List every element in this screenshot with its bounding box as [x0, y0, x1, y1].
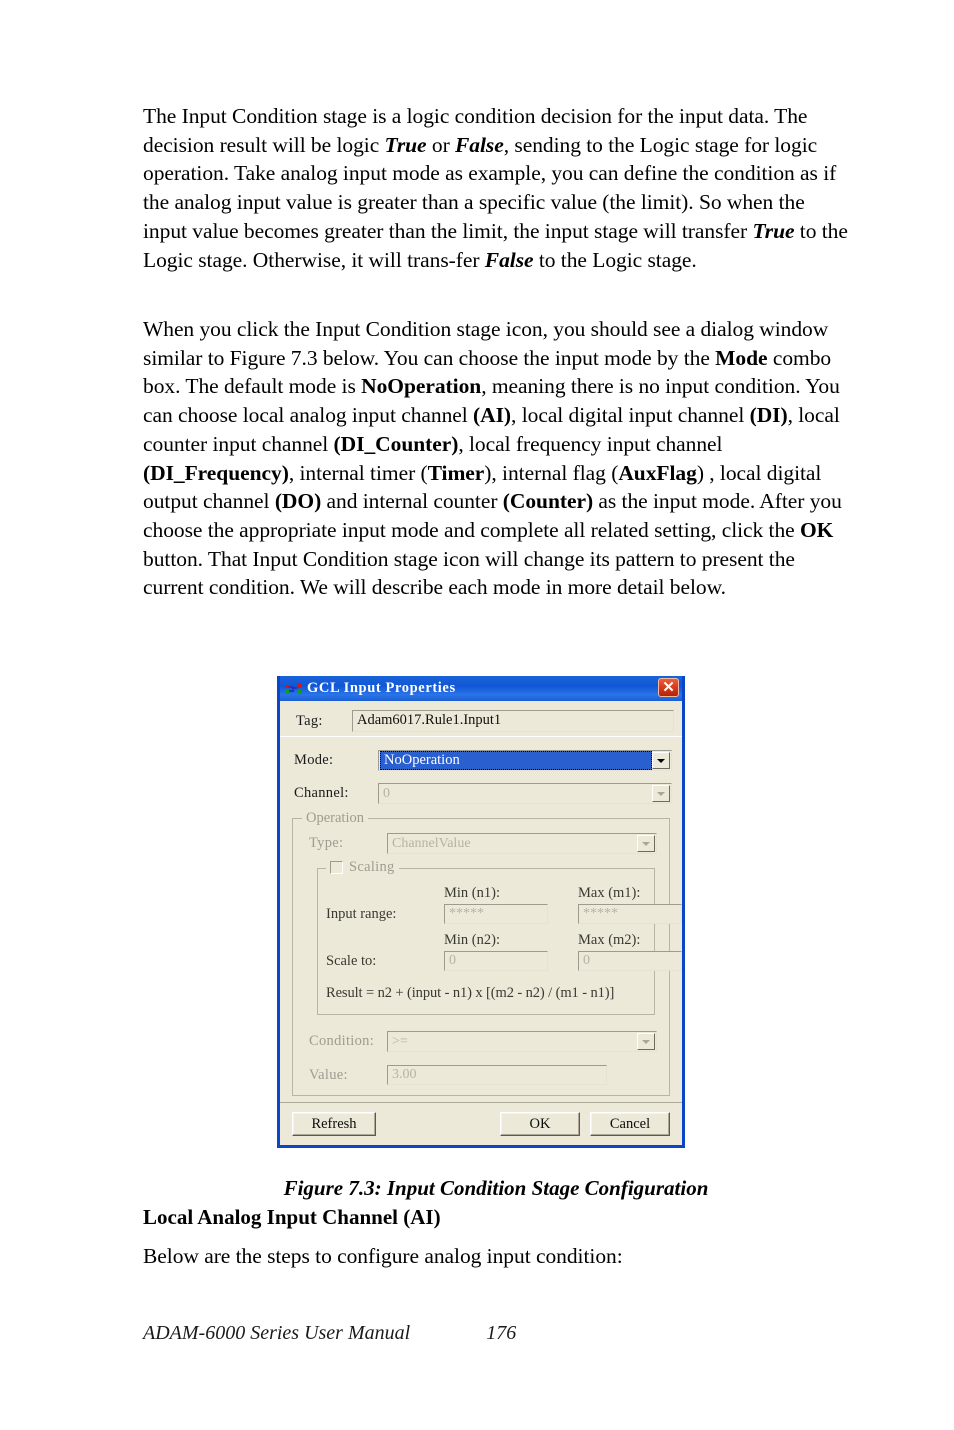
min-n1-header: Min (n1): — [444, 885, 500, 901]
close-icon[interactable]: ✕ — [658, 678, 679, 697]
scaling-groupbox: Scaling Min (n1): Max (m1): Input range:… — [317, 859, 682, 1015]
tag-row: Tag: Adam6017.Rule1.Input1 — [280, 701, 682, 737]
ok-button[interactable]: OK — [500, 1112, 580, 1136]
operation-group-title: Operation — [302, 810, 368, 827]
mode-selected-value: NoOperation — [380, 751, 652, 770]
tag-label: Tag: — [296, 712, 323, 729]
figure-caption: Figure 7.3: Input Condition Stage Config… — [283, 1176, 709, 1200]
type-label: Type: — [309, 835, 344, 851]
input-range-min-field[interactable]: ***** — [444, 904, 548, 924]
scale-to-max-field[interactable]: 0 — [578, 951, 682, 971]
condition-combobox[interactable]: >= — [387, 1031, 657, 1052]
paragraph-mode-options: When you click the Input Condition stage… — [143, 317, 842, 600]
scale-to-label: Scale to: — [326, 952, 377, 969]
input-range-label: Input range: — [326, 905, 397, 922]
section-subheading: Local Analog Input Channel (AI) — [143, 1205, 441, 1229]
min-n2-header: Min (n2): — [444, 932, 500, 948]
footer-page-number: 176 — [486, 1322, 517, 1344]
scaling-label: Scaling — [349, 859, 395, 875]
dialog-body: Tag: Adam6017.Rule1.Input1 Mode: NoOpera… — [280, 701, 682, 1145]
mode-combobox[interactable]: NoOperation — [378, 750, 672, 771]
input-range-max-field[interactable]: ***** — [578, 904, 682, 924]
value-field[interactable]: 3.00 — [387, 1065, 607, 1085]
scaling-grid: Min (n1): Max (m1): Input range: ***** *… — [326, 885, 682, 971]
page-footer: ADAM-6000 Series User Manual 176 — [143, 1322, 849, 1345]
cancel-button[interactable]: Cancel — [590, 1112, 670, 1136]
condition-selected-value: >= — [392, 1033, 408, 1049]
condition-row: Condition: >= — [303, 1031, 659, 1052]
mode-label: Mode: — [294, 752, 334, 768]
scaling-checkbox[interactable] — [330, 861, 343, 874]
scaling-group-title-wrap: Scaling — [326, 859, 399, 876]
dialog-button-bar: Refresh OK Cancel — [280, 1102, 682, 1145]
chevron-down-icon[interactable] — [637, 1033, 655, 1050]
condition-label: Condition: — [309, 1033, 375, 1049]
type-combobox[interactable]: ChannelValue — [387, 833, 657, 854]
scaling-formula: Result = n2 + (input - n1) x [(m2 - n2) … — [326, 985, 615, 1001]
scale-to-min-field[interactable]: 0 — [444, 951, 548, 971]
value-row: Value: 3.00 — [303, 1065, 659, 1085]
channel-selected-value: 0 — [383, 785, 390, 801]
chevron-down-icon[interactable] — [637, 835, 655, 852]
channel-combobox[interactable]: 0 — [378, 783, 672, 804]
gcl-input-properties-dialog: GCL Input Properties ✕ Tag: Adam6017.Rul… — [277, 676, 685, 1148]
manual-page: The Input Condition stage is a logic con… — [143, 0, 849, 1430]
value-label: Value: — [309, 1066, 348, 1083]
tag-input[interactable]: Adam6017.Rule1.Input1 — [352, 710, 674, 732]
chevron-down-icon[interactable] — [652, 752, 670, 769]
type-row: Type: ChannelValue — [303, 833, 659, 854]
paragraph-steps-intro: Below are the steps to configure analog … — [143, 1244, 623, 1268]
channel-row: Channel: 0 — [280, 783, 682, 804]
chevron-down-icon[interactable] — [652, 785, 670, 802]
type-selected-value: ChannelValue — [392, 835, 471, 851]
gcl-connector-icon — [285, 682, 301, 696]
paragraph-input-condition-overview: The Input Condition stage is a logic con… — [143, 104, 848, 272]
dialog-title: GCL Input Properties — [307, 680, 456, 696]
channel-label: Channel: — [294, 785, 349, 801]
max-m2-header: Max (m2): — [578, 932, 641, 948]
refresh-button[interactable]: Refresh — [292, 1112, 376, 1136]
footer-manual-title: ADAM-6000 Series User Manual — [143, 1322, 411, 1344]
mode-row: Mode: NoOperation — [280, 750, 682, 771]
operation-groupbox: Operation Type: ChannelValue Scaling Min… — [292, 810, 682, 1096]
max-m1-header: Max (m1): — [578, 885, 641, 901]
dialog-titlebar[interactable]: GCL Input Properties ✕ — [280, 676, 682, 701]
